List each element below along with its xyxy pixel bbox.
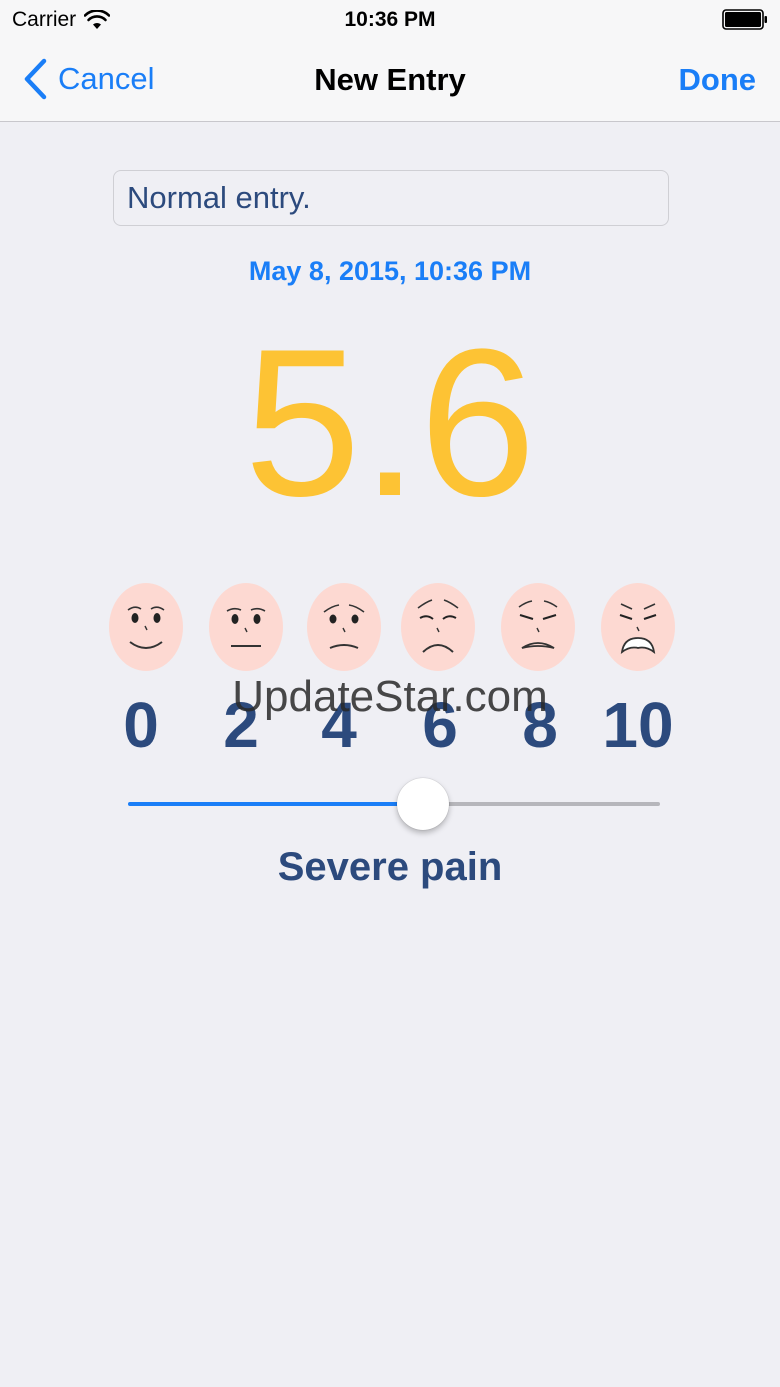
scale-label-4: 4	[321, 689, 357, 761]
scale-label-6: 6	[422, 689, 458, 761]
status-bar: Carrier 10:36 PM	[0, 0, 780, 40]
status-time: 10:36 PM	[344, 8, 436, 31]
top-bar: Carrier 10:36 PM Cancel New Entry Done	[0, 0, 780, 122]
pain-faces-row	[0, 582, 780, 672]
entry-date[interactable]: May 8, 2015, 10:36 PM	[0, 256, 780, 287]
slider-track-filled	[128, 802, 423, 806]
scale-label-10: 10	[602, 689, 674, 761]
distressed-face-icon	[501, 583, 575, 671]
slider-track-empty	[422, 802, 660, 806]
slider-thumb[interactable]	[396, 778, 449, 830]
worried-face-icon	[307, 583, 381, 671]
scale-label-2: 2	[223, 689, 259, 761]
done-button[interactable]: Done	[679, 62, 757, 98]
crying-face-icon	[601, 583, 675, 671]
scale-label-8: 8	[522, 689, 558, 761]
sad-face-icon	[401, 583, 475, 671]
pain-level-label: Severe pain	[277, 845, 503, 889]
pain-score: 5.6	[244, 305, 536, 540]
neutral-face-icon	[209, 583, 283, 671]
note-input[interactable]	[113, 170, 669, 226]
pain-slider[interactable]	[128, 778, 660, 830]
battery-icon	[722, 9, 767, 30]
navigation-bar: Cancel New Entry Done	[0, 40, 780, 121]
pain-scale-numbers: 0 2 4 6 8 10	[0, 690, 780, 760]
page-title: New Entry	[314, 62, 466, 97]
scale-label-0: 0	[123, 689, 159, 761]
smiling-face-icon	[109, 583, 183, 671]
